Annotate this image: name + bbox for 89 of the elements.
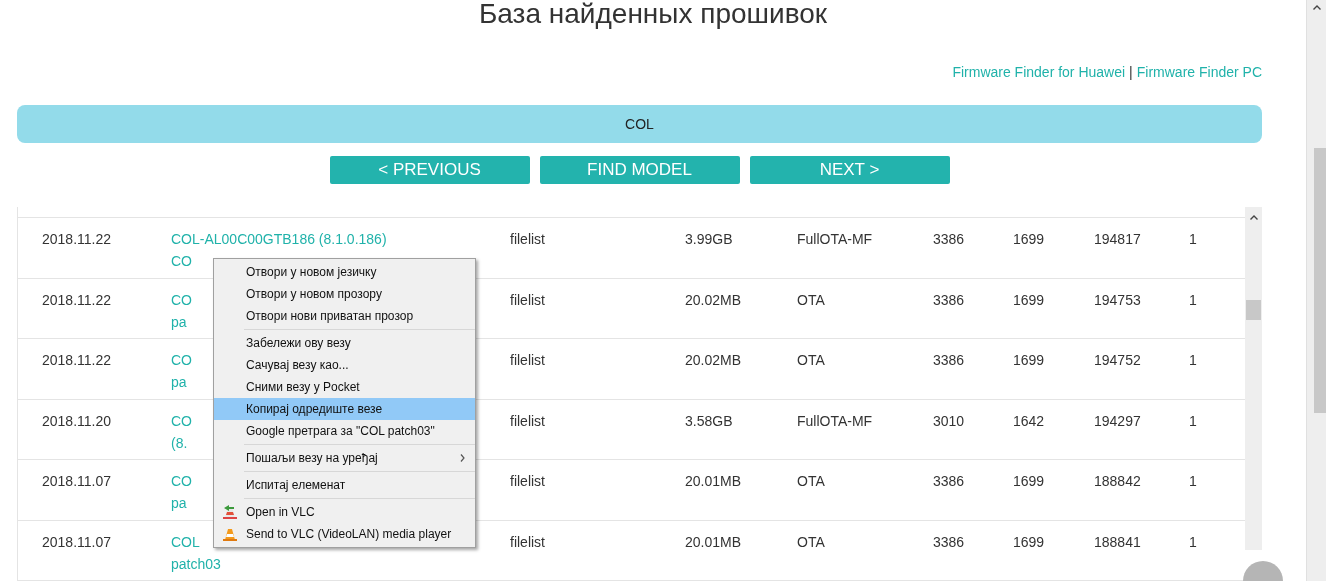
firmware-link[interactable]: COL-AL00C00GTB186 (8.1.0.186) bbox=[171, 228, 387, 250]
table-cell: 1 bbox=[1189, 412, 1197, 429]
firmware-finder-pc-link[interactable]: Firmware Finder PC bbox=[1136, 64, 1262, 80]
page-title: База найденных прошивок bbox=[478, 0, 828, 28]
table-cell: 2018.11.22 bbox=[42, 352, 112, 368]
table-cell: 188841 bbox=[1094, 533, 1141, 550]
menu-item[interactable]: Send to VLC (VideoLAN) media player bbox=[214, 523, 475, 545]
menu-item[interactable]: Open in VLC bbox=[214, 501, 475, 523]
menu-item[interactable]: Сачувај везу као... bbox=[214, 354, 475, 376]
firmware-link[interactable]: CO bbox=[171, 409, 192, 432]
table-cell: filelist bbox=[510, 352, 545, 368]
table-cell: 2018.11.22 bbox=[42, 291, 112, 308]
table-cell: 1699 bbox=[1013, 473, 1045, 489]
firmware-link[interactable]: CO bbox=[171, 288, 192, 311]
table-cell: 20.01MB bbox=[685, 533, 742, 550]
firmware-link[interactable]: pa bbox=[171, 310, 187, 333]
table-cell: FullOTA-MF bbox=[797, 412, 873, 429]
table-cell: 3386 bbox=[933, 231, 965, 247]
firmware-link[interactable]: patch03 bbox=[171, 552, 221, 575]
table-cell: 194817 bbox=[1094, 231, 1141, 247]
table-cell: FullOTA-MF bbox=[797, 231, 873, 247]
table-cell: 3386 bbox=[933, 291, 965, 308]
table-cell: 3386 bbox=[933, 352, 965, 368]
firmware-finder-link[interactable]: Firmware Finder for Huawei bbox=[952, 64, 1126, 80]
scrollbar-thumb[interactable] bbox=[1246, 300, 1261, 320]
firmware-link[interactable]: COL bbox=[171, 530, 200, 553]
traffic-cone-icon bbox=[222, 526, 238, 542]
nav-button[interactable]: NEXT > bbox=[749, 156, 950, 184]
table-cell: filelist bbox=[510, 291, 545, 308]
menu-item[interactable]: Забележи ову везу bbox=[214, 332, 475, 354]
firmware-link[interactable]: pa bbox=[171, 492, 187, 514]
menu-item[interactable]: Испитај елеменат bbox=[214, 474, 475, 496]
table-cell: 188842 bbox=[1094, 473, 1141, 489]
menu-item[interactable]: Google претрага за "COL patch03" bbox=[214, 420, 475, 442]
table-cell: 20.02MB bbox=[685, 291, 742, 308]
nav-button[interactable]: < PREVIOUS bbox=[329, 156, 530, 184]
model-bar: COL bbox=[17, 105, 1262, 143]
scroll-up-icon[interactable] bbox=[1312, 5, 1321, 10]
link-separator: | bbox=[1129, 64, 1133, 80]
table-cell: 1699 bbox=[1013, 291, 1045, 308]
table-cell: filelist bbox=[510, 533, 545, 550]
table-cell: 2018.11.07 bbox=[42, 473, 112, 489]
traffic-cone-arrow-icon bbox=[222, 504, 238, 520]
table-cell: OTA bbox=[797, 352, 825, 368]
table-cell: 1699 bbox=[1013, 231, 1045, 247]
table-cell: 3.99GB bbox=[685, 231, 733, 247]
table-cell: 20.02MB bbox=[685, 352, 742, 368]
table-cell: 1 bbox=[1189, 352, 1197, 368]
table-cell: 2018.11.07 bbox=[42, 533, 112, 550]
menu-item[interactable]: Отвори у новом прозору bbox=[214, 283, 475, 305]
table-cell: 194753 bbox=[1094, 291, 1141, 308]
table-cell: 1642 bbox=[1013, 412, 1045, 429]
page-scrollbar[interactable] bbox=[1306, 0, 1326, 581]
table-cell: filelist bbox=[510, 473, 545, 489]
table-cell: 1 bbox=[1189, 533, 1197, 550]
table-cell: 194752 bbox=[1094, 352, 1141, 368]
table-cell: OTA bbox=[797, 473, 825, 489]
table-cell: 1699 bbox=[1013, 533, 1045, 550]
table-cell: filelist bbox=[510, 231, 545, 247]
table-cell: 1 bbox=[1189, 291, 1197, 308]
table-cell: 3.58GB bbox=[685, 412, 733, 429]
scrollbar-thumb[interactable] bbox=[1314, 148, 1326, 413]
table-cell: filelist bbox=[510, 412, 545, 429]
table-cell: 1 bbox=[1189, 473, 1197, 489]
table-cell: 2018.11.20 bbox=[42, 412, 112, 429]
table-cell: 20.01MB bbox=[685, 473, 742, 489]
table-cell: 194297 bbox=[1094, 412, 1141, 429]
table-cell: 3010 bbox=[933, 412, 965, 429]
menu-item[interactable]: Сними везу у Pocket bbox=[214, 376, 475, 398]
firmware-link[interactable]: (8. bbox=[171, 431, 188, 454]
table-cell: 3386 bbox=[933, 473, 965, 489]
firmware-link[interactable]: pa bbox=[171, 371, 187, 393]
chevron-right-icon bbox=[460, 454, 465, 462]
menu-item[interactable]: Отвори у новом језичку bbox=[214, 261, 475, 283]
table-scrollbar[interactable] bbox=[1245, 207, 1262, 550]
firmware-link[interactable]: CO bbox=[171, 250, 192, 272]
scroll-up-icon[interactable] bbox=[1249, 215, 1258, 220]
table-cell: OTA bbox=[797, 291, 825, 308]
table-cell: OTA bbox=[797, 533, 825, 550]
table-cell: 3386 bbox=[933, 533, 965, 550]
table-cell: 1699 bbox=[1013, 352, 1045, 368]
firmware-link[interactable]: CO bbox=[171, 470, 192, 492]
firmware-link[interactable]: CO bbox=[171, 349, 192, 371]
menu-item[interactable]: Пошаљи везу на уређај bbox=[214, 447, 475, 469]
menu-item[interactable]: Копирај одредиште везе bbox=[214, 398, 475, 420]
table-cell: 2018.11.22 bbox=[42, 231, 112, 247]
menu-item[interactable]: Отвори нови приватан прозор bbox=[214, 305, 475, 327]
nav-button[interactable]: FIND MODEL bbox=[539, 156, 740, 184]
table-cell: 1 bbox=[1189, 231, 1197, 247]
